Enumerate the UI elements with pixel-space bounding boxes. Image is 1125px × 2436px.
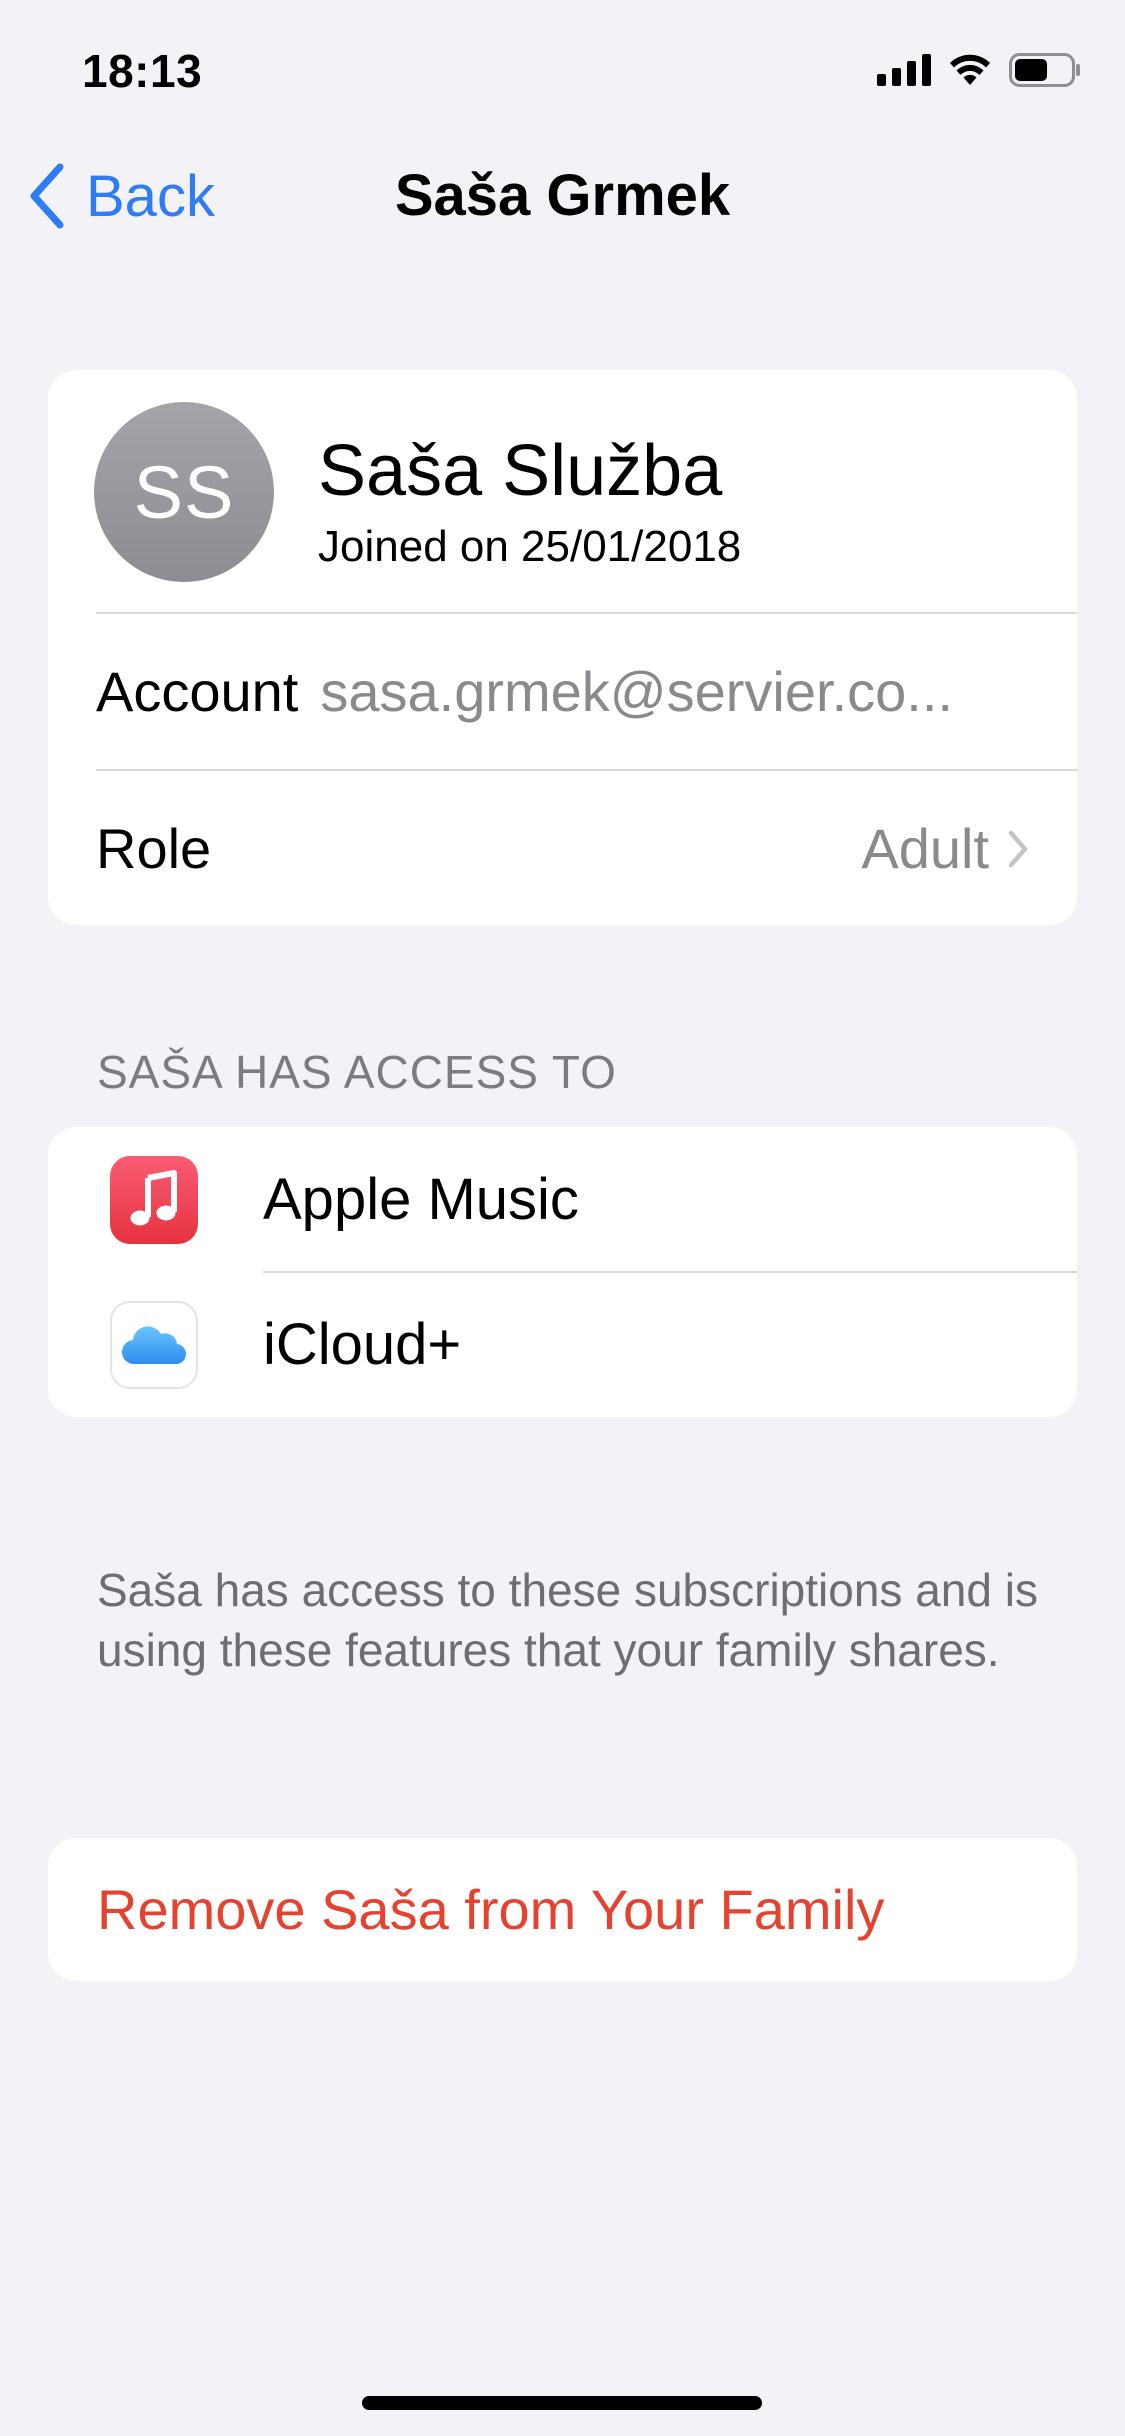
avatar: SS [94, 402, 274, 582]
chevron-right-icon [1008, 830, 1028, 867]
access-footer-text: Saša has access to these subscriptions a… [97, 1564, 1038, 1676]
page-title: Saša Grmek [394, 163, 731, 228]
account-value: sasa.grmek@servier.co... [320, 660, 953, 723]
list-item-label: Apple Music [263, 1167, 579, 1232]
profile-card: SS Saša Služba Joined on 25/01/2018 Acco… [48, 370, 1077, 925]
account-label: Account [96, 660, 299, 723]
role-value: Adult [861, 817, 989, 880]
role-row[interactable]: Role Adult [48, 771, 1077, 925]
status-icons [877, 50, 1081, 90]
list-item-label: iCloud+ [263, 1312, 462, 1377]
screen: 18:13 Back Saša Grmek SS Saša Služba Joi… [0, 0, 1125, 2436]
battery-icon [1009, 53, 1080, 87]
access-card: Apple Music iCloud+ [48, 1127, 1077, 1417]
status-bar: 18:13 [0, 0, 1125, 140]
status-time: 18:13 [82, 45, 203, 97]
account-row: Account sasa.grmek@servier.co... [48, 614, 1077, 769]
role-label: Role [96, 817, 212, 880]
home-indicator[interactable] [362, 2396, 762, 2410]
joined-date: Joined on 25/01/2018 [318, 522, 742, 571]
apple-music-icon [110, 1155, 198, 1244]
member-name: Saša Služba [318, 431, 723, 511]
icloud-icon [110, 1300, 198, 1389]
remove-member-label: Remove Saša from Your Family [97, 1878, 885, 1941]
list-item-apple-music[interactable]: Apple Music [48, 1127, 1077, 1272]
remove-member-button[interactable]: Remove Saša from Your Family [48, 1838, 1077, 1981]
list-item-icloud[interactable]: iCloud+ [48, 1272, 1077, 1417]
access-section-header: SAŠA HAS ACCESS TO [97, 1046, 617, 1098]
signal-icon [877, 54, 931, 86]
wifi-icon [950, 54, 990, 85]
profile-header: SS Saša Služba Joined on 25/01/2018 [48, 370, 1077, 612]
nav-bar: Back Saša Grmek [0, 140, 1125, 250]
